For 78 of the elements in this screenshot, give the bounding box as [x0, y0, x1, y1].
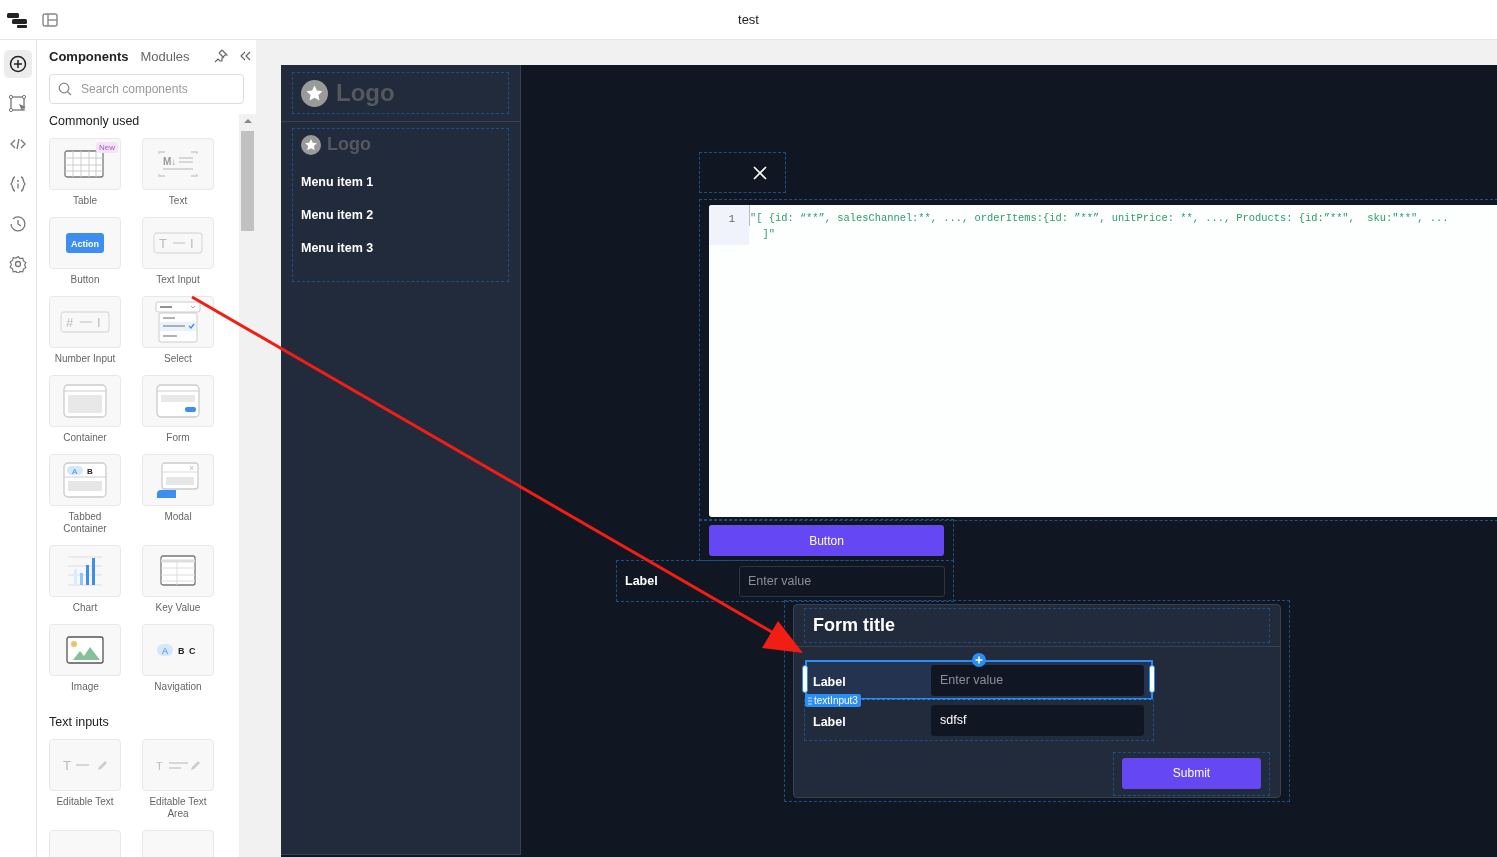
container-icon — [63, 384, 107, 418]
collapse-icon[interactable] — [239, 51, 251, 61]
code-editor[interactable]: 1 "[ {id: “**”, salesChannel:**, ..., orderItems:{id: ”**”, unitPrice: **, ..., Products: {id:”**", sku:"**", ... ]" — [709, 205, 1497, 517]
cursor-selection-icon — [9, 95, 27, 113]
add-icon[interactable] — [972, 653, 986, 667]
component-label: Tabbed Container — [62, 511, 108, 535]
logo-icon — [301, 134, 321, 155]
resize-handle[interactable] — [1149, 665, 1155, 693]
sidebar-tab[interactable] — [4, 50, 32, 78]
component-label: Chart — [72, 602, 98, 614]
component-label: Table — [73, 195, 97, 207]
submit-button[interactable]: Submit — [1122, 757, 1261, 789]
close-icon[interactable] — [752, 165, 767, 180]
code-text: ]" — [761, 227, 775, 242]
braces-icon — [9, 175, 27, 193]
component-tile[interactable] — [142, 375, 214, 427]
text-input[interactable]: Enter value — [739, 565, 945, 597]
component-label: Navigation — [154, 681, 202, 693]
select-icon — [155, 301, 201, 343]
panel-tab[interactable]: Components — [49, 48, 129, 64]
component-tile[interactable]: A B C — [142, 624, 214, 676]
component-tile[interactable]: A B — [49, 454, 121, 506]
field-label: Label — [625, 574, 659, 588]
text-input[interactable]: sdfsf — [931, 704, 1144, 736]
component-label: Text Input — [156, 274, 200, 286]
panel-tab[interactable]: Modules — [140, 48, 190, 64]
resize-handle[interactable] — [802, 665, 808, 693]
image-icon — [66, 636, 104, 664]
add-icon — [9, 55, 27, 73]
app-logo-icon[interactable] — [7, 11, 27, 28]
component-tile[interactable]: Action — [49, 217, 121, 269]
component-label: Select — [164, 353, 192, 365]
component-name-tag[interactable]: textInput3 — [805, 694, 861, 707]
component-label: Container — [63, 432, 107, 444]
form-icon — [156, 384, 200, 418]
action-button-icon: Action — [66, 233, 104, 253]
key-value-table-icon — [160, 555, 196, 587]
tabs-icon: A B — [63, 462, 107, 498]
search-icon — [58, 82, 72, 96]
line-number: 1 — [709, 205, 749, 245]
component-tile[interactable] — [49, 545, 121, 597]
scrollbar[interactable] — [239, 114, 256, 857]
clock-icon — [9, 215, 27, 233]
component-label: Image — [71, 681, 99, 693]
component-tile[interactable] — [49, 375, 121, 427]
field-label: Label — [813, 714, 847, 729]
component-label: Number Input — [54, 353, 116, 365]
table-icon — [64, 149, 106, 179]
component-label: Key Value — [155, 602, 201, 614]
drag-handle-icon[interactable] — [808, 696, 812, 705]
component-tile[interactable] — [142, 545, 214, 597]
settings-icon — [9, 255, 27, 273]
component-label: Form — [166, 432, 190, 444]
component-label: Editable Text Area — [148, 796, 208, 820]
form-title: Form title — [813, 615, 895, 636]
pin-icon[interactable] — [213, 49, 228, 63]
text-input[interactable]: Enter value — [931, 664, 1144, 696]
component-tile[interactable]: New — [49, 138, 121, 190]
primary-button[interactable]: Button — [709, 525, 944, 556]
section-heading: Commonly used — [49, 114, 140, 128]
component-label: Modal — [164, 511, 192, 523]
code-text: "[ {id: “**”, salesChannel:**, ..., orderItems:{id: ”**”, unitPrice: **, ..., Products: {id:”**", sku:"**", ... — [750, 211, 1449, 226]
menu-item[interactable]: Menu item 1 — [301, 175, 374, 189]
component-label: Button — [70, 274, 100, 286]
search-field[interactable]: Search components — [49, 74, 244, 104]
section-heading: Text inputs — [49, 715, 109, 729]
logo-icon — [301, 79, 328, 107]
component-tile[interactable] — [142, 296, 214, 348]
component-label: Text — [168, 195, 188, 207]
component-tile[interactable] — [49, 624, 121, 676]
layout-icon[interactable] — [42, 12, 58, 27]
new-badge: New — [96, 142, 118, 153]
component-label: Editable Text — [55, 796, 115, 808]
bar-chart-icon — [67, 555, 103, 587]
page-title: test — [738, 12, 759, 27]
field-label: Label — [813, 674, 847, 689]
menu-item[interactable]: Menu item 3 — [301, 241, 374, 255]
menu-item[interactable]: Menu item 2 — [301, 208, 374, 222]
